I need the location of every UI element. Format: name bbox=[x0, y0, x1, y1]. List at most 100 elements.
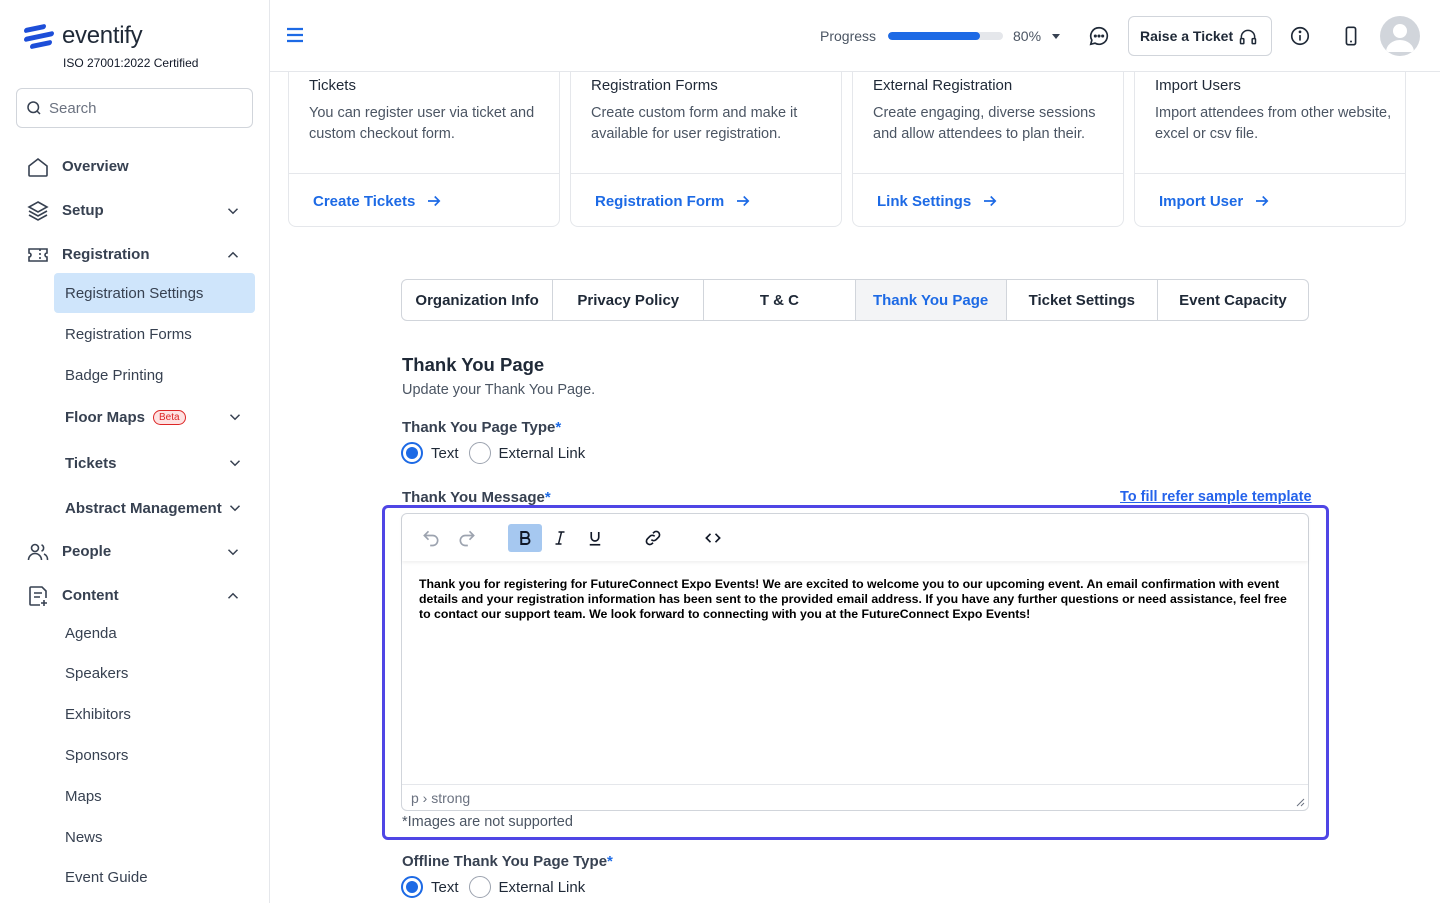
sidebar-item-news[interactable]: News bbox=[54, 817, 255, 857]
sample-template-link[interactable]: To fill refer sample template bbox=[1120, 489, 1312, 505]
user-icon bbox=[1386, 24, 1414, 52]
sidebar-item-label: Tickets bbox=[65, 454, 117, 472]
radio-text[interactable] bbox=[401, 442, 423, 464]
sidebar-item-setup[interactable]: Setup bbox=[0, 192, 269, 228]
card-external-registration: External Registration Create engaging, d… bbox=[852, 60, 1124, 227]
sidebar-item-floor-maps[interactable]: Floor Maps Beta bbox=[54, 397, 255, 437]
sidebar-item-exhibitors[interactable]: Exhibitors bbox=[54, 694, 255, 734]
create-tickets-link[interactable]: Create Tickets bbox=[313, 192, 443, 210]
resize-handle-icon[interactable] bbox=[1295, 797, 1305, 807]
import-user-link[interactable]: Import User bbox=[1159, 192, 1271, 210]
italic-icon bbox=[555, 531, 565, 545]
progress-label: Progress bbox=[820, 28, 877, 44]
sidebar-item-label: Floor Maps bbox=[65, 408, 146, 426]
search-box bbox=[16, 88, 253, 128]
insert-link-button[interactable] bbox=[636, 524, 670, 552]
ticket-icon bbox=[28, 248, 48, 262]
tab-privacy-policy[interactable]: Privacy Policy bbox=[553, 280, 705, 320]
sidebar-item-tickets[interactable]: Tickets bbox=[54, 443, 255, 483]
card-description: Create engaging, diverse sessions and al… bbox=[873, 105, 1096, 142]
card-import-users: Import Users Import attendees from other… bbox=[1134, 60, 1406, 227]
element-path[interactable]: p › strong bbox=[411, 790, 470, 806]
progress-value: 80% bbox=[1013, 28, 1042, 44]
sidebar-item-content[interactable]: Content bbox=[0, 577, 269, 613]
underline-button[interactable] bbox=[578, 524, 612, 552]
brand-logo[interactable]: eventify bbox=[24, 22, 143, 50]
thank-you-type-label: Thank You Page Type* bbox=[402, 419, 561, 436]
card-title: Tickets bbox=[309, 77, 356, 94]
sidebar-item-maps[interactable]: Maps bbox=[54, 776, 255, 816]
card-title: Registration Forms bbox=[591, 77, 718, 94]
link-settings-link[interactable]: Link Settings bbox=[877, 192, 999, 210]
chevron-down-icon bbox=[229, 505, 241, 512]
card-title: External Registration bbox=[873, 77, 1013, 94]
offline-type-radio-group: Text External Link bbox=[401, 876, 595, 898]
bold-icon bbox=[520, 531, 531, 545]
radio-external-link[interactable] bbox=[468, 442, 491, 464]
sidebar-item-label: Content bbox=[62, 586, 119, 604]
tab-event-capacity[interactable]: Event Capacity bbox=[1158, 280, 1308, 320]
sidebar-item-agenda[interactable]: Agenda bbox=[54, 613, 255, 653]
info-icon[interactable] bbox=[1289, 25, 1311, 47]
radio-external-link[interactable] bbox=[468, 876, 491, 898]
card-title: Import Users bbox=[1155, 77, 1241, 94]
mobile-phone-icon[interactable] bbox=[1340, 25, 1362, 47]
thank-you-type-radio-group: Text External Link bbox=[401, 442, 595, 464]
sidebar-item-registration-forms[interactable]: Registration Forms bbox=[54, 314, 255, 354]
bold-button[interactable] bbox=[508, 524, 542, 552]
card-link-label: Registration Form bbox=[595, 192, 725, 210]
hamburger-menu-icon[interactable] bbox=[286, 26, 304, 44]
tab-ticket-settings[interactable]: Ticket Settings bbox=[1007, 280, 1158, 320]
progress-bar bbox=[888, 32, 1003, 40]
sidebar-item-sponsors[interactable]: Sponsors bbox=[54, 735, 255, 775]
avatar[interactable] bbox=[1380, 16, 1420, 56]
sidebar-item-label: Setup bbox=[62, 201, 104, 219]
arrow-right-icon bbox=[1256, 195, 1269, 207]
redo-icon bbox=[459, 530, 475, 547]
field-label-text: Offline Thank You Page Type bbox=[402, 853, 608, 870]
images-note: *Images are not supported bbox=[402, 814, 573, 830]
tab-terms-conditions[interactable]: T & C bbox=[704, 280, 856, 320]
sidebar-item-overview[interactable]: Overview bbox=[0, 148, 269, 184]
arrow-right-icon bbox=[984, 195, 997, 207]
sidebar-item-abstract-management[interactable]: Abstract Management bbox=[54, 488, 255, 528]
sidebar: eventify ISO 27001:2022 Certified Overvi… bbox=[0, 0, 270, 903]
radio-text[interactable] bbox=[401, 876, 423, 898]
sidebar-item-registration-settings[interactable]: Registration Settings bbox=[54, 273, 255, 313]
eventify-logo-icon bbox=[24, 23, 54, 50]
arrow-right-icon bbox=[737, 195, 750, 207]
thank-you-message-label: Thank You Message* bbox=[402, 489, 551, 506]
raise-ticket-label: Raise a Ticket bbox=[1140, 28, 1234, 44]
radio-label: Text bbox=[431, 878, 459, 896]
sidebar-item-label: People bbox=[62, 542, 112, 560]
sidebar-item-speakers[interactable]: Speakers bbox=[54, 653, 255, 693]
certification-text: ISO 27001:2022 Certified bbox=[63, 56, 199, 70]
editor-toolbar bbox=[402, 514, 1308, 561]
editor-content[interactable]: Thank you for registering for FutureConn… bbox=[419, 577, 1289, 622]
radio-label: External Link bbox=[498, 878, 586, 896]
sidebar-item-people[interactable]: People bbox=[0, 533, 269, 569]
undo-icon bbox=[423, 530, 439, 547]
headset-icon bbox=[1239, 29, 1257, 45]
sidebar-item-badge-printing[interactable]: Badge Printing bbox=[54, 355, 255, 395]
undo-button[interactable] bbox=[414, 524, 448, 552]
redo-button[interactable] bbox=[450, 524, 484, 552]
registration-form-link[interactable]: Registration Form bbox=[595, 192, 752, 210]
search-input[interactable] bbox=[49, 99, 239, 117]
card-link-label: Link Settings bbox=[877, 192, 972, 210]
sidebar-item-registration[interactable]: Registration bbox=[0, 236, 269, 272]
field-label-text: Thank You Message bbox=[402, 489, 545, 506]
chat-icon[interactable] bbox=[1088, 25, 1110, 47]
section-subtitle: Update your Thank You Page. bbox=[402, 382, 596, 398]
caret-down-icon[interactable] bbox=[1050, 30, 1062, 42]
chevron-up-icon bbox=[227, 592, 239, 599]
source-code-button[interactable] bbox=[696, 524, 730, 552]
top-header: Progress 80% Raise a Ticket bbox=[270, 0, 1440, 72]
tab-organization-info[interactable]: Organization Info bbox=[402, 280, 554, 320]
sidebar-item-label: Overview bbox=[62, 157, 129, 175]
tab-thank-you-page[interactable]: Thank You Page bbox=[855, 280, 1007, 320]
beta-badge: Beta bbox=[153, 409, 186, 425]
raise-ticket-button[interactable]: Raise a Ticket bbox=[1128, 16, 1272, 56]
sidebar-item-event-guide[interactable]: Event Guide bbox=[54, 857, 255, 897]
italic-button[interactable] bbox=[543, 524, 577, 552]
